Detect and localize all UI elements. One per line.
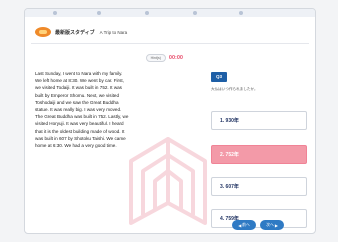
strip-dot [53, 11, 57, 15]
navigation-bar: ◀ 前へ 次へ ▶ [232, 220, 284, 230]
app-screen: 最新版スタディブ A Trip to Nara Hint(s) 00:00 La… [24, 8, 316, 234]
app-header: 最新版スタディブ A Trip to Nara [25, 23, 315, 41]
header-divider [31, 43, 309, 44]
strip-dot [97, 11, 101, 15]
lesson-title: A Trip to Nara [99, 29, 128, 35]
reading-passage: Last Sunday, I went to Nara with my fami… [35, 71, 129, 149]
app-logo-icon [35, 27, 51, 37]
device-bezel: 最新版スタディブ A Trip to Nara Hint(s) 00:00 La… [0, 0, 338, 242]
next-button[interactable]: 次へ ▶ [260, 220, 284, 230]
question-prompt: 大仏はいつ作られましたか。 [211, 87, 258, 91]
hint-button[interactable]: Hint(s) [145, 54, 166, 62]
timer-row: Hint(s) 00:00 [35, 53, 183, 63]
answer-choice-3[interactable]: 3. 607年 [211, 177, 307, 196]
strip-dot [145, 11, 149, 15]
strip-dot [239, 11, 243, 15]
strip-dot [193, 11, 197, 15]
question-number-badge: Q3 [211, 72, 228, 82]
prev-button-label: 前へ [242, 222, 250, 227]
answer-choice-1[interactable]: 1. 930年 [211, 111, 307, 130]
timer-display: 00:00 [168, 55, 183, 61]
passage-panel: Hint(s) 00:00 Last Sunday, I went to Nar… [35, 53, 183, 149]
prev-button[interactable]: ◀ 前へ [232, 220, 256, 230]
next-button-label: 次へ [266, 222, 274, 227]
arrow-left-icon: ◀ [238, 223, 242, 228]
arrow-right-icon: ▶ [274, 223, 278, 228]
question-panel: Q3 大仏はいつ作られましたか。 1. 930年 2. 752年 3. 607年… [211, 65, 307, 228]
app-title: 最新版スタディブ [55, 29, 95, 36]
answer-choice-2[interactable]: 2. 752年 [211, 145, 307, 164]
top-strip [25, 9, 315, 17]
